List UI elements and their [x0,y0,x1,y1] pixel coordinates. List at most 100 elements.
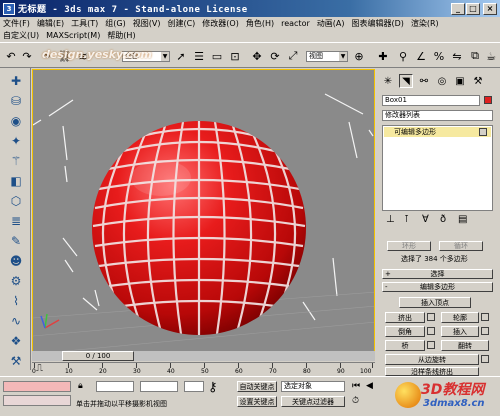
menu-animation[interactable]: 动画(A) [317,18,345,29]
y-coord-field[interactable] [140,381,178,392]
ring-button[interactable]: 环形 [387,241,431,251]
selection-lock-icon[interactable]: 🔒︎ [78,381,94,392]
select-and-scale-icon[interactable]: ⤢ [286,49,300,63]
bridge-button[interactable]: 桥 [385,340,425,351]
cylinder-icon[interactable]: ⛁ [7,92,25,110]
close-button[interactable]: × [483,2,497,15]
insert-vertex-button[interactable]: 插入顶点 [399,297,471,308]
angle-snap-icon[interactable]: ∠ [414,49,428,63]
z-coord-field[interactable] [184,381,204,392]
display-tab-icon[interactable]: ▣ [453,74,467,88]
object-name-field[interactable]: Box01 [382,95,480,106]
extrude-along-spline-button[interactable]: 沿样条线挤出 [385,367,479,376]
configure-sets-icon[interactable]: ▤ [458,214,467,225]
inset-button[interactable]: 插入 [441,326,479,337]
cross-icon[interactable]: ✚ [7,72,25,90]
menu-modifiers[interactable]: 修改器(O) [202,18,239,29]
app-icon[interactable]: 3 [3,2,15,15]
x-coord-field[interactable] [96,381,134,392]
loop-button[interactable]: 循环 [439,241,483,251]
motion-tab-icon[interactable]: ◎ [435,74,449,88]
menu-group[interactable]: 组(G) [105,18,125,29]
sphere-icon[interactable]: ◉ [7,112,25,130]
object-color-swatch[interactable] [484,96,492,104]
lock-selection-icon[interactable]: ⎍ [36,364,50,374]
menu-maxscript[interactable]: MAXScript(M) [46,31,100,40]
brush-icon[interactable]: ✎ [7,232,25,250]
window-crossing-icon[interactable]: ⊡ [228,49,242,63]
menu-customize[interactable]: 自定义(U) [3,30,39,41]
auto-key-button[interactable]: 自动关键点 [237,381,277,392]
select-and-move-icon[interactable]: ✥ [250,49,264,63]
align-icon[interactable]: ⧉ [468,49,482,63]
character-icon[interactable]: ☻ [7,252,25,270]
menu-reactor[interactable]: reactor [281,19,310,28]
flip-button[interactable]: 翻转 [441,340,489,351]
extrude-settings-icon[interactable] [427,313,435,321]
outline-settings-icon[interactable] [481,313,489,321]
spacewarp-icon[interactable]: ≣ [7,212,25,230]
key-icon[interactable]: ⚷ [208,380,218,395]
render-icon[interactable]: ☕ [484,49,498,63]
key-filter-dropdown[interactable]: 选定对象 [281,381,345,392]
gear-icon[interactable]: ⚙ [7,272,25,290]
menu-create[interactable]: 创建(C) [167,18,195,29]
show-end-result-icon[interactable]: ⊺ [404,214,409,225]
set-key-button[interactable]: 设置关键点 [237,396,277,407]
perspective-viewport[interactable] [32,69,375,360]
modifier-list-dropdown[interactable]: 修改器列表 [382,110,493,121]
remove-modifier-icon[interactable]: ð [440,214,446,225]
prev-frame-icon[interactable]: ◀ [366,381,373,391]
menu-help[interactable]: 帮助(H) [107,30,135,41]
rectangular-selection-icon[interactable]: ▭ [210,49,224,63]
inset-settings-icon[interactable] [481,327,489,335]
shapes-icon[interactable]: ⬡ [7,192,25,210]
undo-icon[interactable]: ↶ [4,49,18,63]
redo-icon[interactable]: ↷ [20,49,34,63]
select-object-icon[interactable]: ➚ [174,49,188,63]
red-sphere[interactable] [92,121,306,335]
extrude-button[interactable]: 挤出 [385,312,425,323]
percent-snap-icon[interactable]: % [432,49,446,63]
time-slider-thumb[interactable]: 0 / 100 [62,351,134,361]
reactor-icon[interactable]: ⚒ [7,352,25,370]
modify-tab-icon[interactable]: ◥ [399,74,413,88]
pivot-center-icon[interactable]: ⊕ [352,49,366,63]
hierarchy-tab-icon[interactable]: ⚯ [417,74,431,88]
reference-coord-dropdown[interactable]: 视图 ▼ [306,51,348,62]
menu-file[interactable]: 文件(F) [3,18,30,29]
manipulate-icon[interactable]: ✚ [376,49,390,63]
hinge-from-edge-button[interactable]: 从边旋转 [385,354,479,365]
menu-tools[interactable]: 工具(T) [71,18,98,29]
maxscript-output[interactable] [3,395,71,406]
stack-item-editable-poly[interactable]: 可编辑多边形 [384,127,491,137]
time-slider-track[interactable]: 0 / 100 [32,351,375,361]
track-bar[interactable]: 0 10 20 30 40 50 60 70 80 90 100 [32,362,375,376]
camera-icon[interactable]: ◧ [7,172,25,190]
key-filters-button[interactable]: 关键点过滤器 [281,396,345,407]
light-icon[interactable]: ✦ [7,132,25,150]
make-unique-icon[interactable]: ∀ [422,214,429,225]
create-tab-icon[interactable]: ✳ [381,74,395,88]
menu-views[interactable]: 视图(V) [133,18,161,29]
stack-item-toggle[interactable] [479,128,487,136]
menu-graph-editors[interactable]: 图表编辑器(D) [351,18,403,29]
bridge-settings-icon[interactable] [427,341,435,349]
maxscript-listener[interactable] [3,381,71,392]
select-and-rotate-icon[interactable]: ⟳ [268,49,282,63]
selection-rollout[interactable]: + 选择 [382,269,493,279]
bone-tool-icon[interactable]: ⌇ [7,292,25,310]
particle-icon[interactable]: ❖ [7,332,25,350]
edit-polygons-rollout[interactable]: - 编辑多边形 [382,282,493,292]
mirror-icon[interactable]: ⇋ [450,49,464,63]
menu-character[interactable]: 角色(H) [246,18,274,29]
menu-edit[interactable]: 编辑(E) [37,18,64,29]
maximize-button[interactable]: □ [466,2,480,15]
bevel-settings-icon[interactable] [427,327,435,335]
goto-start-icon[interactable]: ⏮ [352,381,360,391]
bone-icon[interactable]: ⚚ [7,152,25,170]
time-config-icon[interactable]: ⏱ [352,396,359,406]
outline-button[interactable]: 轮廓 [441,312,479,323]
hinge-settings-icon[interactable] [481,355,489,363]
snap-toggle-icon[interactable]: ⚲ [396,49,410,63]
